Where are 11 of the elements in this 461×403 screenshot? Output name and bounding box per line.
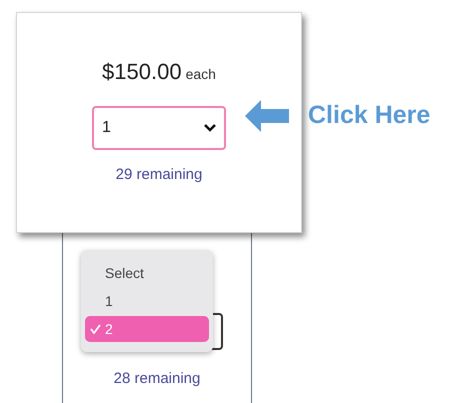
- chevron-down-icon: [204, 124, 216, 132]
- checkmark-icon: [90, 324, 100, 334]
- dropdown-option[interactable]: Select: [85, 260, 209, 286]
- remaining-count: 29 remaining: [116, 165, 202, 185]
- quantity-select[interactable]: 1: [92, 106, 226, 150]
- callout-label: Click Here: [308, 100, 430, 131]
- price: $150.00: [102, 58, 182, 86]
- arrow-left-icon: [243, 98, 291, 134]
- dropdown-option[interactable]: 1: [85, 288, 209, 314]
- price-unit: each: [186, 65, 216, 84]
- remaining-count: 28 remaining: [112, 369, 202, 389]
